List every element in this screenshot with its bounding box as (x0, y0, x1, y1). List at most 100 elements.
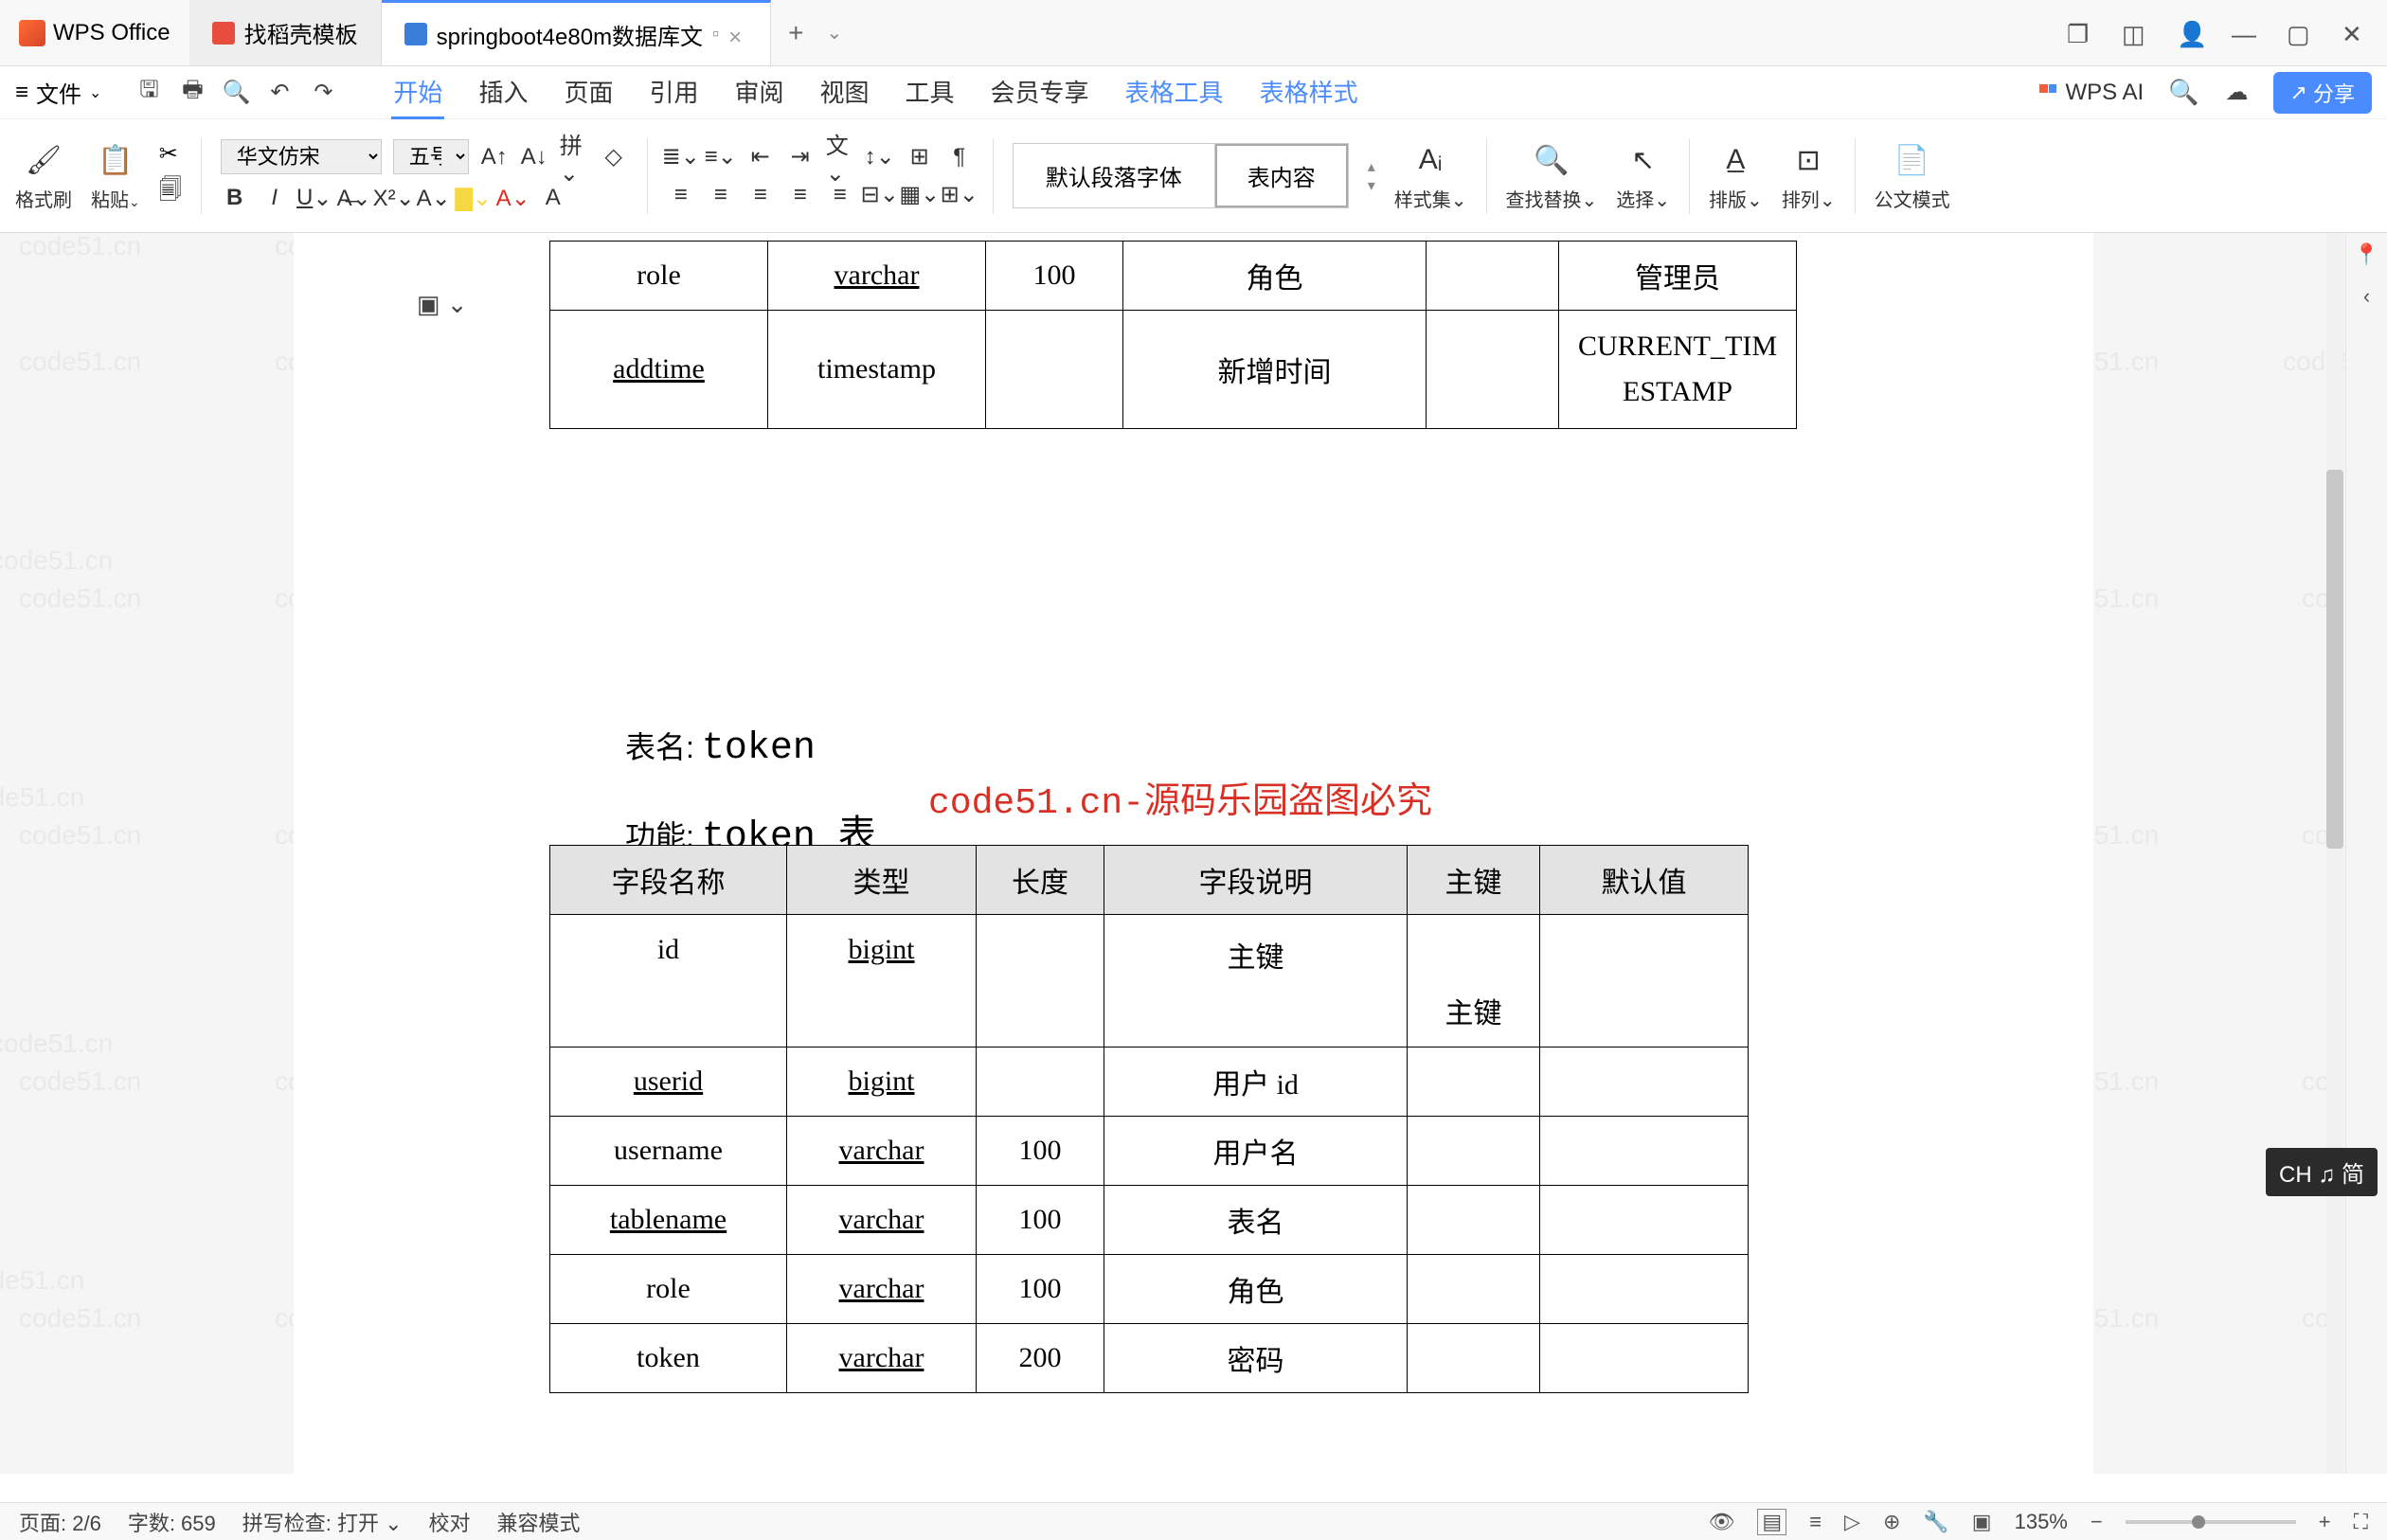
ribbon-tab-reference[interactable]: 引用 (647, 66, 700, 119)
align-left-icon[interactable]: ≡ (667, 181, 695, 209)
undo-icon[interactable]: ↶ (266, 80, 293, 106)
table-handle-icon[interactable]: ▣ ⌄ (417, 290, 468, 319)
bullet-list-icon[interactable]: ≣⌄ (667, 143, 695, 171)
table-token[interactable]: 字段名称 类型 长度 字段说明 主键 默认值 id bigint 主键 主键 u… (549, 845, 1749, 1393)
layout-icon[interactable]: A̲ (1714, 139, 1756, 181)
increase-indent-icon[interactable]: ⇥ (786, 143, 815, 171)
text-effect-icon[interactable]: A⌄ (420, 184, 448, 212)
shrink-font-icon[interactable]: A↓ (520, 143, 548, 171)
print-icon[interactable]: 🖶 (179, 80, 206, 106)
zoom-out-icon[interactable]: − (2091, 1510, 2103, 1534)
cut-icon[interactable]: ✂ (159, 140, 182, 168)
copy-icon[interactable]: 🗐 (159, 173, 182, 212)
grow-font-icon[interactable]: A↑ (480, 143, 509, 171)
scroll-thumb[interactable] (2326, 470, 2343, 849)
font-color-icon[interactable]: A⌄ (499, 184, 528, 212)
zoom-in-icon[interactable]: + (2319, 1510, 2331, 1534)
ribbon-tab-start[interactable]: 开始 (391, 66, 444, 119)
clear-format-icon[interactable]: ◇ (600, 143, 628, 171)
multiwindow-icon[interactable]: ❐ (2067, 20, 2093, 46)
share-button[interactable]: ↗ 分享 (2273, 72, 2372, 114)
styleset-icon[interactable]: Aᵢ (1409, 139, 1451, 181)
word-count[interactable]: 字数: 659 (128, 1507, 216, 1537)
style-scroll[interactable]: ▴▾ (1368, 157, 1375, 195)
strikethrough-icon[interactable]: A̶⌄ (340, 184, 368, 212)
select-icon[interactable]: ↖ (1623, 139, 1664, 181)
web-view-icon[interactable]: ⊕ (1883, 1510, 1900, 1534)
superscript-icon[interactable]: X²⌄ (380, 184, 408, 212)
font-size-select[interactable]: 五号 (393, 139, 469, 174)
format-painter-icon[interactable]: 🖌 (23, 139, 64, 181)
ribbon-tab-insert[interactable]: 插入 (476, 66, 529, 119)
tab-menu-dropdown[interactable]: ⌄ (827, 21, 843, 45)
close-window-icon[interactable]: ✕ (2342, 20, 2368, 46)
avatar-icon[interactable]: 👤 (2177, 20, 2203, 46)
proof-status[interactable]: 校对 (429, 1507, 471, 1537)
read-view-icon[interactable]: ▷ (1844, 1510, 1860, 1534)
tab-templates[interactable]: 找稻壳模板 (189, 0, 382, 65)
zoom-level[interactable]: 135% (2015, 1510, 2068, 1534)
search-icon[interactable]: 🔍 (2168, 78, 2199, 107)
tab-document[interactable]: springboot4e80m数据库文 ▫ × (382, 0, 772, 65)
ribbon-tab-member[interactable]: 会员专享 (989, 66, 1091, 119)
align-center-icon[interactable]: ≡ (707, 181, 735, 209)
italic-icon[interactable]: I (260, 184, 289, 212)
highlight-icon[interactable]: ▇⌄ (459, 184, 488, 212)
text-direction-icon[interactable]: 文⌄ (826, 143, 854, 171)
ribbon-tab-table-style[interactable]: 表格样式 (1258, 66, 1360, 119)
minimize-icon[interactable]: — (2232, 20, 2258, 46)
ribbon-tab-view[interactable]: 视图 (818, 66, 871, 119)
ribbon-tab-table-tools[interactable]: 表格工具 (1123, 66, 1226, 119)
border-icon[interactable]: ▦⌄ (906, 181, 934, 209)
style-default[interactable]: 默认段落字体 (1014, 144, 1215, 207)
line-spacing-icon[interactable]: ↕⌄ (866, 143, 894, 171)
fullscreen-icon[interactable]: ⛶ (2354, 1510, 2368, 1534)
ribbon-tab-page[interactable]: 页面 (562, 66, 615, 119)
paste-icon[interactable]: 📋 (95, 139, 136, 181)
phonetic-icon[interactable]: 拼⌄ (560, 143, 588, 171)
arrange-icon[interactable]: ⊡ (1787, 139, 1829, 181)
page-view-icon[interactable]: ▤ (1757, 1509, 1786, 1535)
bold-icon[interactable]: B (221, 184, 249, 212)
file-menu[interactable]: ≡ 文件 ⌄ (15, 76, 118, 109)
vertical-scrollbar[interactable] (2326, 233, 2343, 1474)
distribute-icon[interactable]: ≡ (826, 181, 854, 209)
tabs-icon[interactable]: ⊞⌄ (945, 181, 974, 209)
maximize-icon[interactable]: ▢ (2287, 20, 2313, 46)
align-right-icon[interactable]: ≡ (746, 181, 775, 209)
font-family-select[interactable]: 华文仿宋 (221, 139, 382, 174)
preview-icon[interactable]: 🔍 (223, 80, 249, 106)
ribbon-tab-tools[interactable]: 工具 (904, 66, 957, 119)
tools-icon[interactable]: 🔧 (1923, 1510, 1948, 1534)
decrease-indent-icon[interactable]: ⇤ (746, 143, 775, 171)
char-border-icon[interactable]: A (539, 184, 567, 212)
panel-chevron-icon[interactable]: ‹ (2363, 284, 2370, 309)
docmode-icon[interactable]: 📄 (1892, 139, 1933, 181)
sort-icon[interactable]: ⊞ (906, 143, 934, 171)
cube-icon[interactable]: ◫ (2122, 20, 2148, 46)
table-partial[interactable]: role varchar 100 角色 管理员 addtime timestam… (549, 241, 1797, 429)
cloud-icon[interactable]: ☁ (2224, 80, 2251, 106)
show-marks-icon[interactable]: ¶ (945, 143, 974, 171)
save-icon[interactable]: 🖫 (135, 80, 162, 106)
page-indicator[interactable]: 页面: 2/6 (19, 1507, 101, 1537)
focus-icon[interactable]: ▣ (1972, 1510, 1992, 1534)
spellcheck-status[interactable]: 拼写检查: 打开 ⌄ (242, 1507, 403, 1537)
zoom-slider[interactable] (2126, 1520, 2296, 1524)
document-viewport[interactable]: code51.cn code51.cn code51.cn code51.cn … (0, 233, 2387, 1474)
number-list-icon[interactable]: ≡⌄ (707, 143, 735, 171)
ime-indicator[interactable]: CH ♫ 简 (2266, 1148, 2378, 1196)
location-icon[interactable]: 📍 (2354, 242, 2379, 267)
shading-icon[interactable]: ⊟⌄ (866, 181, 894, 209)
redo-icon[interactable]: ↷ (310, 80, 336, 106)
new-tab-button[interactable]: + (771, 18, 820, 48)
align-justify-icon[interactable]: ≡ (786, 181, 815, 209)
tab-overflow-icon[interactable]: ▫ (712, 24, 719, 45)
style-table-content[interactable]: 表内容 (1215, 144, 1348, 207)
outline-view-icon[interactable]: ≡ (1809, 1510, 1822, 1534)
ribbon-tab-review[interactable]: 审阅 (732, 66, 785, 119)
close-icon[interactable]: × (728, 25, 747, 44)
find-icon[interactable]: 🔍 (1531, 139, 1572, 181)
wps-ai-button[interactable]: WPS AI (2037, 80, 2144, 106)
eye-icon[interactable]: 👁 (1708, 1510, 1734, 1534)
